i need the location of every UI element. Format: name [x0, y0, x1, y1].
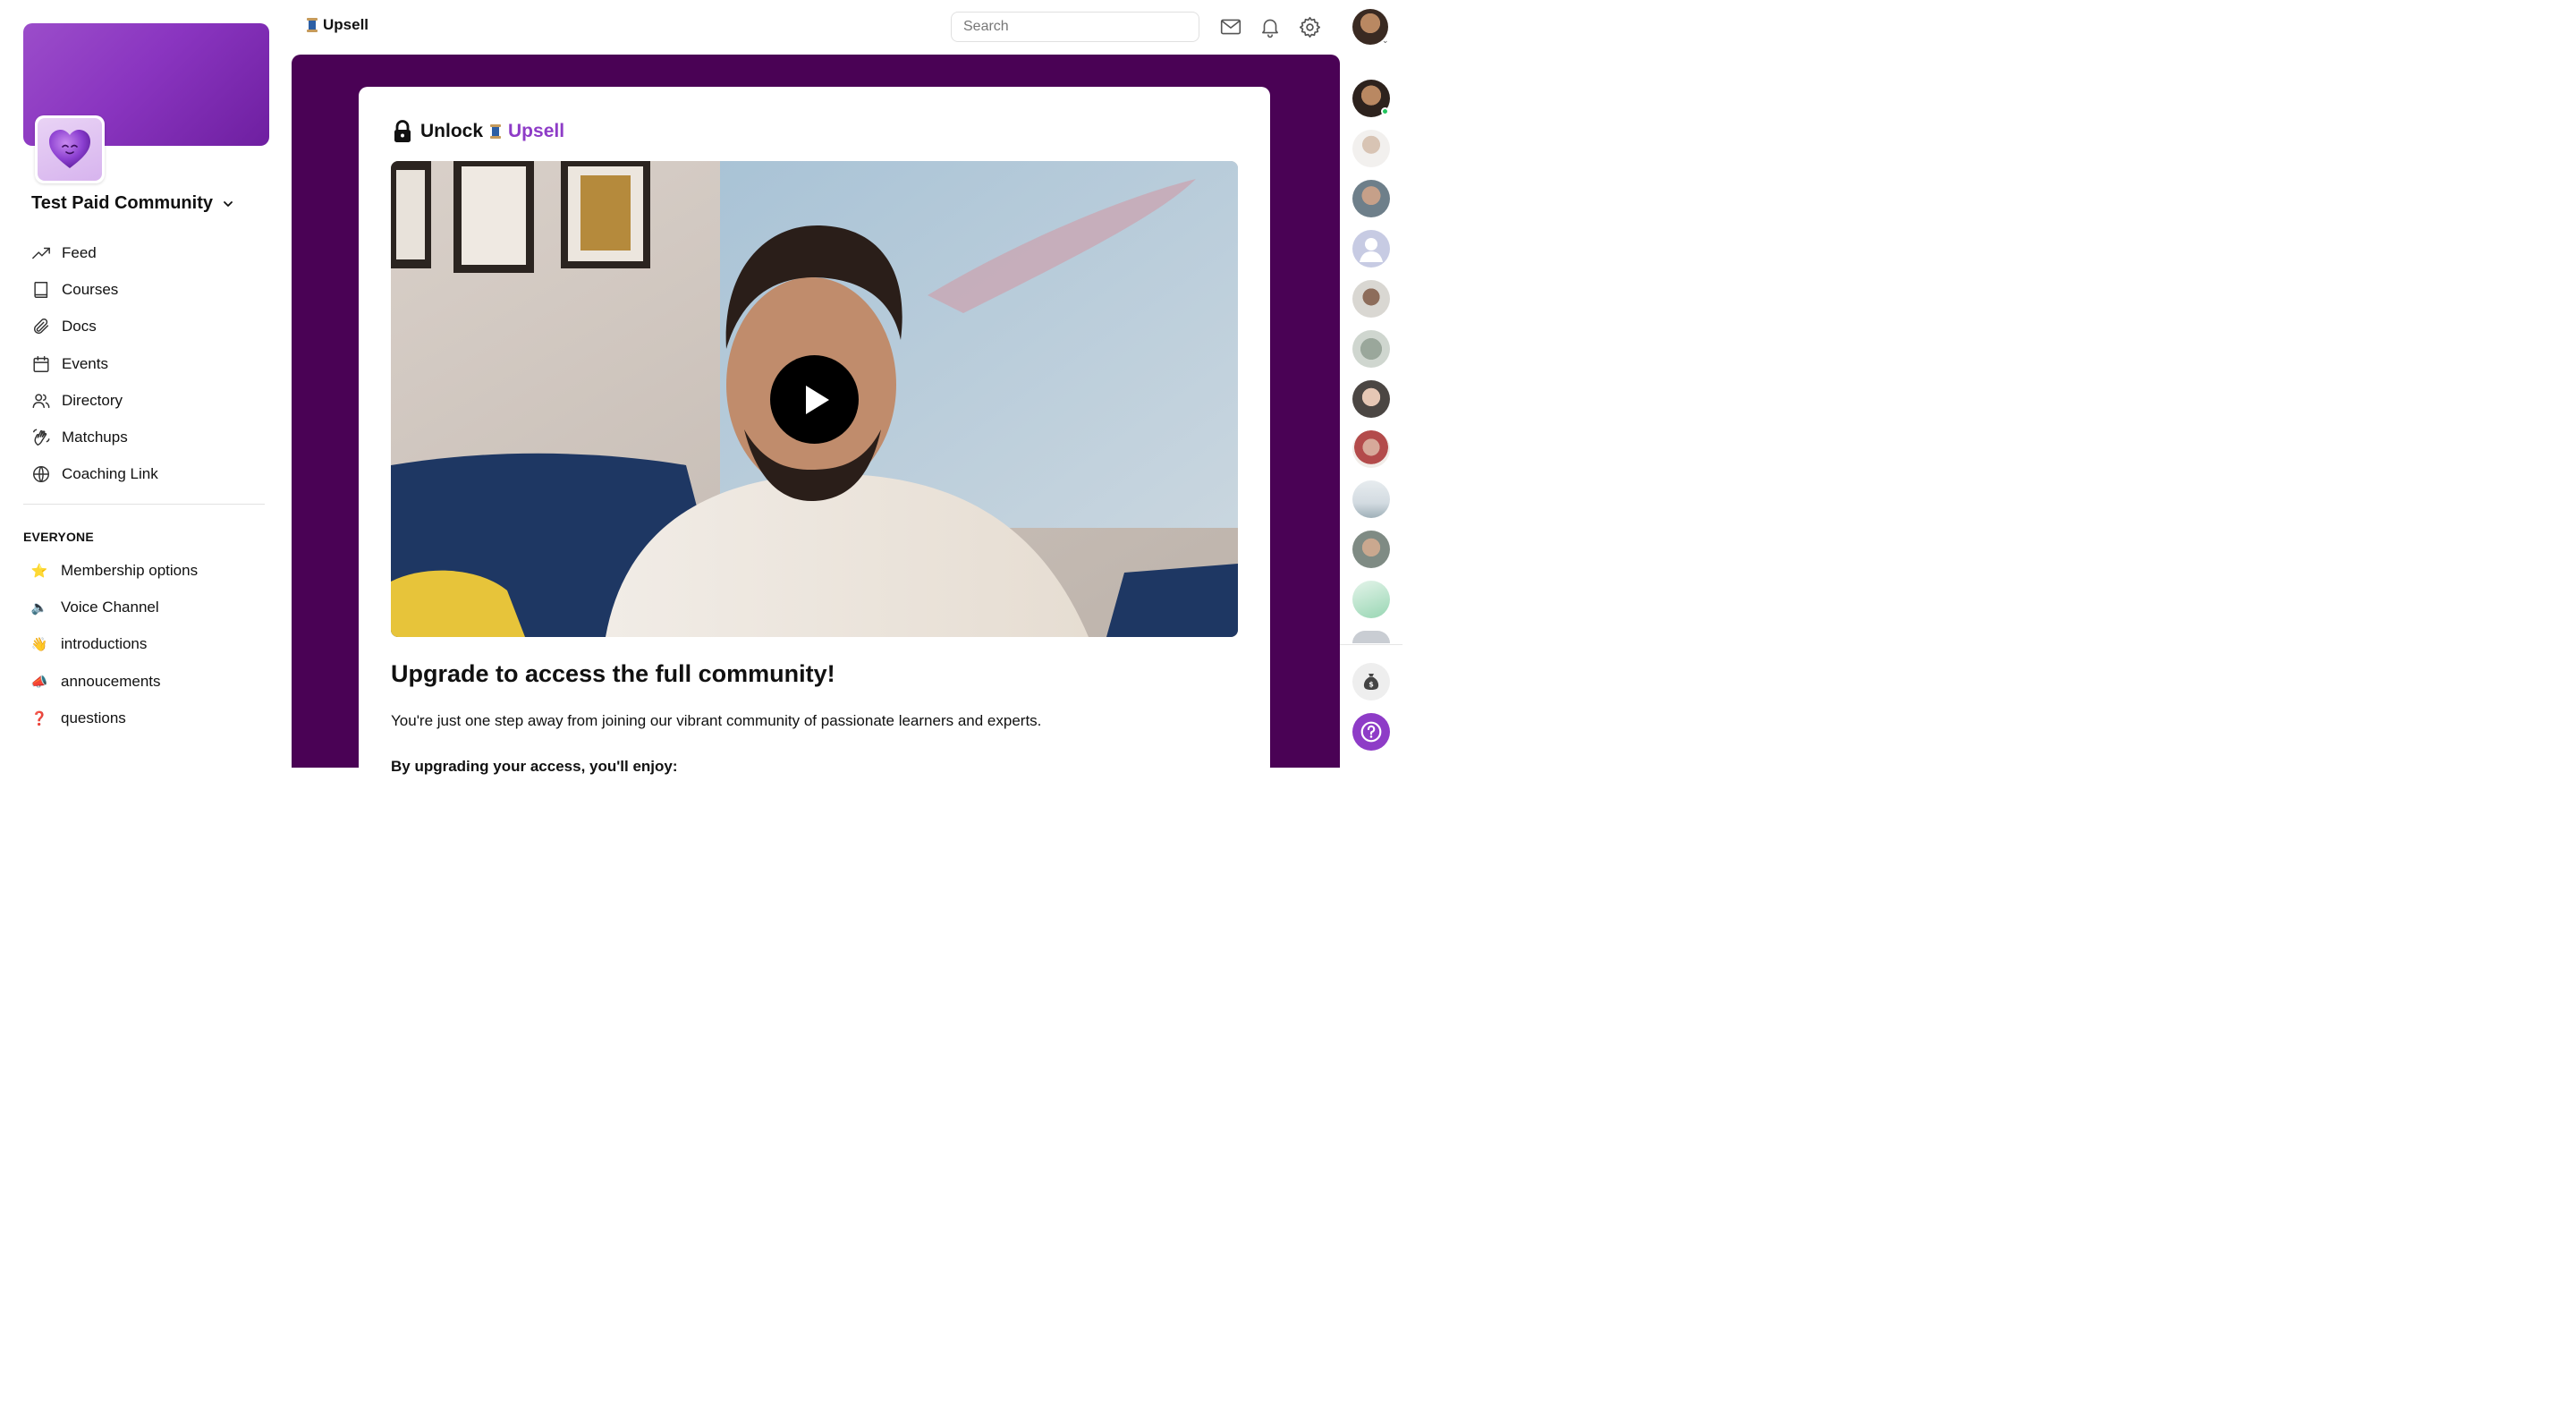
megaphone-icon: 📣: [30, 673, 48, 690]
member-avatar[interactable]: [1352, 180, 1390, 217]
sidebar-item-events[interactable]: Events: [23, 345, 269, 382]
svg-text:$: $: [1368, 681, 1374, 689]
sidebar-item-directory[interactable]: Directory: [23, 382, 269, 419]
messages-button[interactable]: [1218, 14, 1243, 39]
member-avatar[interactable]: [1352, 280, 1390, 318]
sidebar-item-courses[interactable]: Courses: [23, 271, 269, 308]
sidebar-nav: Feed Courses Docs Events Directory Match…: [23, 234, 269, 493]
upsell-card: Unlock Upsell Upgrade to access the full…: [359, 87, 1270, 776]
lock-icon: [394, 120, 411, 142]
unlock-channel-name: Upsell: [508, 121, 565, 141]
users-icon: [32, 394, 50, 408]
help-icon: [1360, 721, 1382, 743]
chevron-down-icon: [224, 200, 233, 207]
page-title: Upsell: [307, 16, 369, 34]
upsell-headline: Upgrade to access the full community!: [391, 660, 835, 687]
sidebar-item-label: Directory: [62, 391, 123, 409]
waving-hand-icon: [33, 429, 50, 446]
member-rail: $: [1340, 55, 1402, 768]
benefits-heading: By upgrading your access, you'll enjoy:: [391, 758, 678, 775]
heart-icon: [49, 130, 90, 168]
speaker-icon: 🔈: [30, 599, 48, 616]
sidebar-item-label: Coaching Link: [62, 465, 158, 483]
earnings-button[interactable]: $: [1352, 663, 1390, 701]
community-name: Test Paid Community: [31, 193, 213, 213]
channel-membership-options[interactable]: ⭐ Membership options: [23, 552, 269, 589]
member-avatar[interactable]: [1352, 380, 1390, 418]
member-avatar[interactable]: [1352, 581, 1390, 618]
channel-introductions[interactable]: 👋 introductions: [23, 626, 269, 663]
default-user-icon: [1360, 238, 1383, 262]
main-content: Unlock Upsell Upgrade to access the full…: [292, 55, 1340, 776]
spool-icon: [307, 18, 318, 32]
search-input[interactable]: [951, 12, 1199, 42]
notifications-button[interactable]: [1258, 14, 1283, 39]
online-indicator: [1381, 107, 1389, 115]
sidebar-item-label: Events: [62, 354, 108, 372]
channel-label: questions: [61, 709, 126, 726]
sidebar-item-label: Matchups: [62, 429, 128, 446]
play-icon: [805, 385, 829, 414]
member-avatar[interactable]: [1352, 430, 1390, 468]
settings-button[interactable]: [1297, 14, 1322, 39]
star-icon: ⭐: [30, 562, 48, 579]
unlock-label: Unlock: [420, 121, 484, 141]
help-button[interactable]: [1352, 713, 1390, 751]
bell-icon: [1262, 19, 1278, 38]
money-bag-icon: $: [1363, 674, 1379, 690]
channel-list: ⭐ Membership options 🔈 Voice Channel 👋 i…: [23, 552, 269, 736]
paperclip-icon: [33, 319, 49, 335]
channel-voice-channel[interactable]: 🔈 Voice Channel: [23, 589, 269, 625]
channel-annoucements[interactable]: 📣 annoucements: [23, 663, 269, 700]
community-logo[interactable]: [35, 115, 105, 183]
trending-up-icon: [32, 247, 50, 259]
sidebar-divider: [23, 504, 265, 505]
channel-section-heading[interactable]: EVERYONE: [23, 530, 94, 544]
gear-icon: [1299, 16, 1320, 38]
member-avatar[interactable]: [1352, 330, 1390, 368]
channel-questions[interactable]: ❓ questions: [23, 700, 269, 736]
question-mark-icon: ❓: [30, 709, 48, 726]
channel-label: Voice Channel: [61, 598, 159, 616]
mail-icon: [1220, 19, 1241, 35]
sidebar-item-label: Docs: [62, 318, 97, 336]
member-avatar[interactable]: [1352, 480, 1390, 518]
sidebar-item-label: Courses: [62, 280, 119, 298]
unlock-heading: Unlock Upsell: [392, 120, 564, 143]
member-avatar[interactable]: [1352, 531, 1390, 568]
sidebar-item-label: Feed: [62, 243, 97, 261]
upsell-description: You're just one step away from joining o…: [391, 712, 1042, 729]
channel-label: Membership options: [61, 561, 199, 579]
intro-video[interactable]: [391, 161, 1238, 637]
spool-icon: [490, 124, 502, 139]
calendar-icon: [33, 355, 49, 372]
globe-icon: [33, 466, 49, 483]
sidebar: Test Paid Community Feed Courses Docs Ev…: [0, 0, 292, 768]
channel-label: annoucements: [61, 672, 161, 690]
sidebar-item-matchups[interactable]: Matchups: [23, 419, 269, 455]
sidebar-item-coaching-link[interactable]: Coaching Link: [23, 456, 269, 493]
sidebar-item-feed[interactable]: Feed: [23, 234, 269, 271]
sidebar-item-docs[interactable]: Docs: [23, 309, 269, 345]
member-avatar[interactable]: [1352, 130, 1390, 167]
member-avatar[interactable]: [1352, 230, 1390, 268]
page-title-text: Upsell: [323, 16, 369, 33]
play-button[interactable]: [770, 355, 859, 444]
waving-hand-emoji-icon: 👋: [30, 636, 48, 653]
channel-label: introductions: [61, 635, 148, 653]
chevron-down-icon: ⌄: [1382, 36, 1389, 45]
book-icon: [34, 281, 48, 298]
member-avatar[interactable]: [1352, 631, 1390, 643]
rail-divider: [1340, 644, 1402, 645]
community-switcher[interactable]: Test Paid Community: [31, 193, 234, 214]
